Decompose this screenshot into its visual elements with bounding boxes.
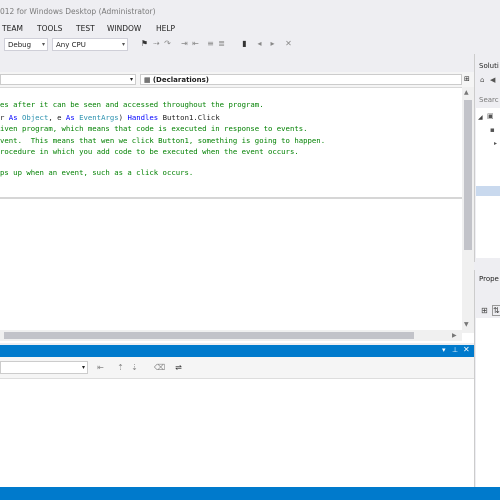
- outdent-icon[interactable]: ⇤: [191, 39, 200, 48]
- back-icon[interactable]: ◀: [490, 76, 495, 84]
- code-token: vent. This means that wen we click Butto…: [0, 136, 326, 145]
- config-combo[interactable]: Debug ▾: [4, 38, 48, 51]
- project-icon[interactable]: ▣: [487, 112, 494, 120]
- alphabetical-icon[interactable]: ⇅: [492, 305, 500, 316]
- tree-node-icon[interactable]: ▸: [494, 140, 497, 147]
- code-token: ps up when an event, such as a click occ…: [0, 168, 194, 177]
- code-line[interactable]: rocedure in which you add code to be exe…: [0, 147, 299, 156]
- code-token: r: [0, 113, 9, 122]
- code-token: As: [8, 113, 22, 122]
- find-icon[interactable]: ⚑: [140, 39, 149, 48]
- properties-grid[interactable]: [476, 318, 500, 488]
- member-combo[interactable]: ▦ (Declarations): [140, 74, 462, 85]
- menu-window[interactable]: WINDOW: [107, 24, 141, 33]
- menu-test[interactable]: TEST: [76, 24, 95, 33]
- config-value: Debug: [8, 41, 32, 49]
- chevron-down-icon: ▾: [129, 76, 133, 83]
- window-title: 012 for Windows Desktop (Administrator): [0, 7, 156, 16]
- code-line[interactable]: iven program, which means that code is e…: [0, 124, 308, 133]
- chevron-down-icon: ▾: [121, 41, 125, 48]
- references-icon[interactable]: ▪: [490, 126, 495, 134]
- menu-bar: [0, 22, 500, 36]
- solution-tree[interactable]: [476, 108, 500, 258]
- code-line[interactable]: ps up when an event, such as a click occ…: [0, 168, 193, 177]
- uncomment-icon[interactable]: ≣: [217, 39, 226, 48]
- code-token: iven program, which means that code is e…: [0, 124, 308, 133]
- prev-bookmark-icon[interactable]: ◂: [255, 39, 264, 48]
- step-over-icon[interactable]: ↷: [163, 39, 172, 48]
- next-message-icon[interactable]: ⇣: [130, 363, 139, 372]
- code-line[interactable]: r As Object, e As EventArgs) Handles But…: [0, 113, 220, 122]
- clear-bookmarks-icon[interactable]: ✕: [284, 39, 293, 48]
- menu-tools[interactable]: TOOLS: [37, 24, 62, 33]
- step-icon[interactable]: ⇢: [152, 39, 161, 48]
- code-token: es after it can be seen and accessed thr…: [0, 100, 264, 109]
- code-token: Handles: [127, 113, 163, 122]
- editor-split: [0, 197, 462, 199]
- code-token: As: [65, 113, 80, 122]
- dropdown-icon[interactable]: ▾: [442, 346, 446, 354]
- code-line[interactable]: es after it can be seen and accessed thr…: [0, 100, 264, 109]
- platform-value: Any CPU: [56, 41, 86, 49]
- menu-help[interactable]: HELP: [156, 24, 175, 33]
- code-token: Button1.Click: [162, 113, 220, 122]
- code-token: , e: [48, 113, 66, 122]
- code-token: Object: [21, 113, 49, 122]
- horizontal-scroll-thumb[interactable]: [4, 332, 414, 339]
- prev-message-icon[interactable]: ⇡: [116, 363, 125, 372]
- member-combo-value: (Declarations): [152, 76, 209, 84]
- platform-combo[interactable]: Any CPU ▾: [52, 38, 128, 51]
- solution-search-label[interactable]: Searc: [479, 96, 499, 104]
- word-wrap-icon[interactable]: ⇌: [174, 363, 183, 372]
- properties-title: Prope: [479, 275, 499, 283]
- solution-explorer-title: Soluti: [479, 62, 499, 70]
- code-token: EventArgs: [79, 113, 119, 122]
- next-bookmark-icon[interactable]: ▸: [268, 39, 277, 48]
- vertical-scroll-thumb[interactable]: [464, 100, 472, 250]
- categorized-icon[interactable]: ⊞: [481, 306, 488, 315]
- menu-team[interactable]: TEAM: [2, 24, 23, 33]
- output-title-bar: [0, 345, 474, 357]
- go-to-message-icon[interactable]: ⇤: [96, 363, 105, 372]
- expand-icon[interactable]: ◢: [478, 114, 483, 121]
- pane-divider: [474, 262, 500, 270]
- code-token: rocedure in which you add code to be exe…: [0, 147, 299, 156]
- scroll-down-icon[interactable]: ▼: [464, 321, 469, 328]
- chevron-down-icon: ▾: [81, 364, 85, 371]
- scroll-up-icon[interactable]: ▲: [464, 89, 469, 96]
- declarations-icon: ▦: [144, 76, 151, 84]
- clear-all-icon[interactable]: ⌫: [154, 363, 165, 372]
- code-line[interactable]: vent. This means that wen we click Butto…: [0, 136, 325, 145]
- selected-node-highlight[interactable]: [476, 186, 500, 196]
- chevron-down-icon: ▾: [41, 41, 45, 48]
- home-icon[interactable]: ⌂: [480, 76, 484, 84]
- comment-icon[interactable]: ≡: [206, 39, 215, 48]
- output-source-combo[interactable]: ▾: [0, 361, 88, 374]
- pin-icon[interactable]: ⊥: [452, 346, 458, 354]
- bookmark-icon[interactable]: ▮: [240, 39, 249, 48]
- output-text-area[interactable]: [0, 378, 474, 487]
- close-icon[interactable]: ✕: [463, 345, 470, 354]
- indent-icon[interactable]: ⇥: [180, 39, 189, 48]
- status-bar: [0, 487, 500, 500]
- split-toggle-icon[interactable]: ⊞: [464, 75, 470, 83]
- class-combo[interactable]: ▾: [0, 74, 136, 85]
- scroll-right-icon[interactable]: ▶: [452, 332, 457, 339]
